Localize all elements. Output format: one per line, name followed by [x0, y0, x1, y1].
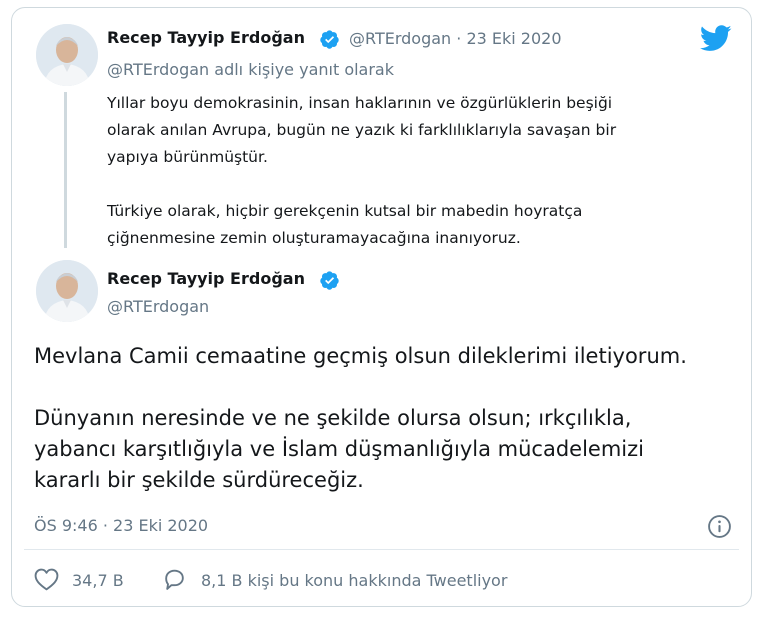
twitter-logo-icon[interactable]: [700, 25, 732, 52]
author-name[interactable]: Recep Tayyip Erdoğan: [107, 269, 305, 288]
avatar[interactable]: [36, 24, 98, 86]
handle[interactable]: @RTErdogan: [107, 297, 209, 316]
comment-icon[interactable]: [162, 567, 187, 592]
info-icon[interactable]: [707, 514, 732, 539]
main-tweet-text: Mevlana Camii cemaatine geçmiş olsun dil…: [34, 344, 687, 492]
verified-badge-icon: [320, 30, 339, 49]
avatar[interactable]: [36, 260, 98, 322]
tweet-card: Recep Tayyip Erdoğan @RTErdogan · 23 Eki…: [11, 7, 752, 607]
reply-to-label[interactable]: @RTErdogan adlı kişiye yanıt olarak: [107, 60, 394, 79]
tweet-talk-link[interactable]: 8,1 B kişi bu konu hakkında Tweetliyor: [201, 571, 507, 590]
like-count[interactable]: 34,7 B: [72, 571, 124, 590]
divider: [24, 549, 739, 550]
handle-date[interactable]: @RTErdogan · 23 Eki 2020: [349, 29, 562, 48]
thread-line: [64, 92, 67, 248]
heart-icon[interactable]: [34, 568, 59, 591]
tweet-timestamp[interactable]: ÖS 9:46 · 23 Eki 2020: [34, 516, 208, 535]
verified-badge-icon: [320, 271, 339, 290]
reply-tweet-text: Yıllar boyu demokrasinin, insan hakların…: [107, 94, 617, 247]
author-name[interactable]: Recep Tayyip Erdoğan: [107, 28, 305, 47]
